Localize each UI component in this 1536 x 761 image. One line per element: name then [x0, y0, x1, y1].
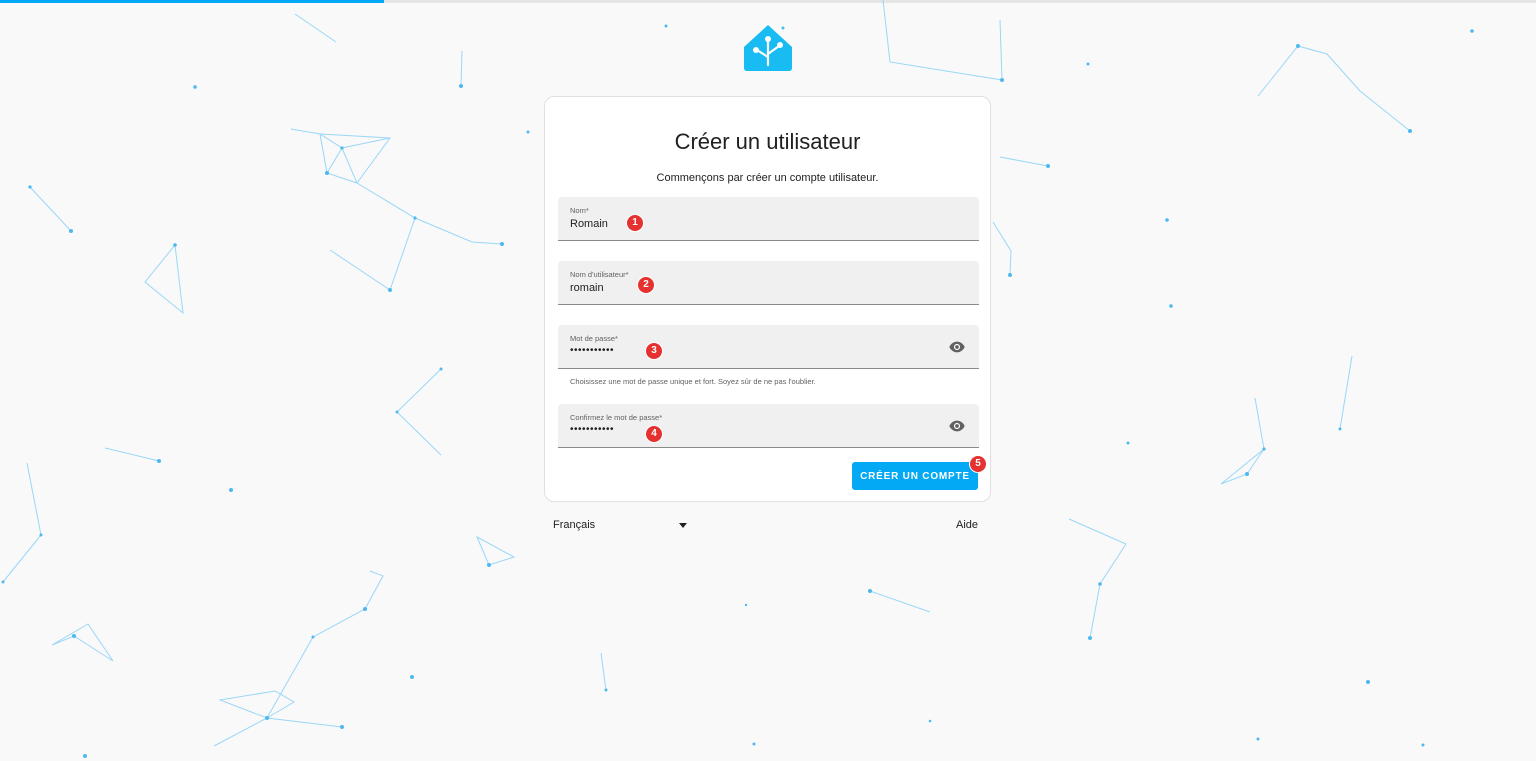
- name-field[interactable]: Nom* Romain: [558, 197, 979, 241]
- password-helper-text: Choisissez une mot de passe unique et fo…: [570, 377, 816, 386]
- annotation-badge-4: 4: [646, 426, 662, 442]
- annotation-badge-5: 5: [970, 456, 986, 472]
- help-link[interactable]: Aide: [956, 519, 978, 531]
- name-field-value[interactable]: Romain: [570, 218, 608, 230]
- annotation-badge-3: 3: [646, 343, 662, 359]
- annotation-badge-2: 2: [638, 277, 654, 293]
- create-user-card: Créer un utilisateur Commençons par crée…: [544, 96, 991, 502]
- password-field-value[interactable]: •••••••••••: [570, 345, 614, 356]
- name-field-label: Nom*: [570, 206, 589, 215]
- confirm-password-field[interactable]: Confirmez le mot de passe* •••••••••••: [558, 404, 979, 448]
- password-field-label: Mot de passe*: [570, 334, 618, 343]
- confirm-password-field-value[interactable]: •••••••••••: [570, 424, 614, 435]
- language-selector[interactable]: Français: [553, 519, 595, 531]
- eye-icon[interactable]: [949, 340, 965, 354]
- create-account-button[interactable]: CRÉER UN COMPTE: [852, 462, 978, 490]
- eye-icon[interactable]: [949, 419, 965, 433]
- confirm-password-field-label: Confirmez le mot de passe*: [570, 413, 663, 422]
- username-field-label: Nom d'utilisateur*: [570, 270, 629, 279]
- username-field-value[interactable]: romain: [570, 282, 604, 294]
- password-field[interactable]: Mot de passe* •••••••••••: [558, 325, 979, 369]
- card-subtitle: Commençons par créer un compte utilisate…: [656, 172, 879, 184]
- chevron-down-icon[interactable]: [679, 523, 687, 528]
- card-title: Créer un utilisateur: [674, 129, 861, 154]
- annotation-badge-1: 1: [627, 215, 643, 231]
- username-field[interactable]: Nom d'utilisateur* romain: [558, 261, 979, 305]
- home-assistant-logo-icon: [744, 25, 792, 71]
